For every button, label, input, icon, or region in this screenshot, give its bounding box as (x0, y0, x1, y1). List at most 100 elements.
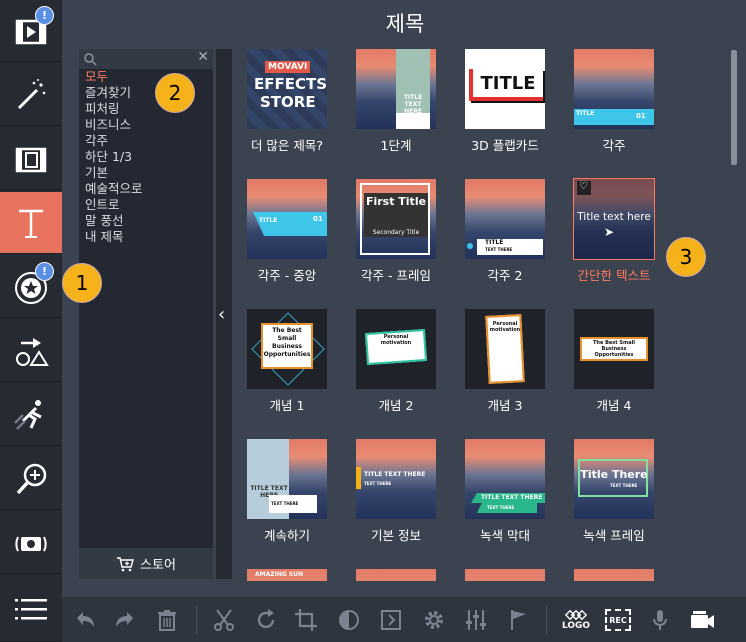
thumbnail-label: 기본 정보 (371, 528, 421, 543)
grid-scrollbar[interactable] (731, 46, 739, 580)
notification-badge: ! (35, 6, 54, 25)
title-thumbnail[interactable] (574, 569, 654, 581)
logo-button[interactable]: LOGO (557, 601, 595, 639)
transition-wizard-button[interactable] (372, 601, 410, 639)
delete-button[interactable] (148, 601, 186, 639)
gear-icon (425, 611, 443, 629)
record-video-button[interactable] (683, 601, 721, 639)
screen-record-button[interactable]: REC (599, 601, 637, 639)
thumb-text: TITLE (259, 217, 278, 224)
thumb-text: Personal motivation (489, 321, 521, 333)
zoom-tool[interactable] (0, 448, 62, 510)
thumbnail-label: 개념 1 (269, 398, 305, 413)
category-item[interactable]: 각주 (85, 133, 143, 149)
transitions-tool[interactable] (0, 128, 62, 190)
title-thumbnail[interactable]: The Best Small Business Opportunities (247, 309, 327, 389)
category-item[interactable]: 예술적으로 (85, 181, 143, 197)
title-thumbnail[interactable]: TITLE 01 (247, 179, 327, 259)
clear-search-icon[interactable]: ✕ (197, 49, 209, 65)
category-item[interactable]: 기본 (85, 165, 143, 181)
filters-tool[interactable] (0, 64, 62, 126)
camera-icon (15, 536, 47, 551)
title-thumbnail[interactable]: MOVAVI EFFECTS STORE (247, 49, 327, 129)
title-thumbnail[interactable]: First Title Secondary Title (356, 179, 436, 259)
thumb-text: TEXT THERE (487, 505, 515, 510)
thumb-text: Personal motivation (380, 334, 412, 346)
thumb-text: TEXT THERE (364, 481, 392, 486)
scroll-thumb[interactable] (731, 50, 737, 165)
title-thumbnail[interactable]: TITLE 01 (574, 49, 654, 129)
transitions-icon (15, 147, 47, 172)
search-input[interactable]: ✕ (79, 49, 213, 69)
panel-collapse-bar[interactable]: ‹ (216, 49, 232, 579)
redo-button[interactable] (106, 601, 144, 639)
title-thumbnail[interactable]: TITLE TEXT THERE TEXT THERE (356, 439, 436, 519)
thumb-text: First Title (365, 195, 427, 208)
rotate-button[interactable] (247, 601, 285, 639)
logo-diamond-icon (565, 609, 587, 621)
title-thumbnail[interactable]: AMAZING SUN (247, 569, 327, 581)
category-item[interactable]: 즐겨찾기 (85, 85, 143, 101)
magic-wand-icon (17, 78, 46, 109)
rotate-icon (257, 609, 275, 629)
clip-properties-button[interactable] (415, 601, 453, 639)
thumbnail-label: 각주 (602, 138, 626, 153)
more-tool[interactable] (0, 576, 62, 642)
cart-icon (117, 556, 134, 571)
more-menu-icon (15, 598, 47, 619)
category-item[interactable]: 모두 (85, 69, 143, 85)
thumb-text: TEXT THERE (610, 483, 638, 488)
thumb-text: TITLE TEXT THERE (481, 494, 543, 501)
category-panel: ✕ 모두 즐겨찾기 피처링 비즈니스 각주 하단 1/3 기본 예술적으로 인트… (79, 49, 213, 579)
favorite-heart-icon[interactable]: ♡ (577, 181, 591, 195)
category-item[interactable]: 내 제목 (85, 229, 143, 245)
callout-badge: 2 (155, 73, 195, 113)
thumbnail-label: 개념 3 (487, 398, 523, 413)
store-button[interactable]: 스토어 (79, 548, 213, 579)
undo-button[interactable] (66, 601, 104, 639)
voiceover-button[interactable] (641, 601, 679, 639)
toolbar-separator (196, 605, 197, 635)
category-item[interactable]: 말 풍선 (85, 213, 143, 229)
thumb-text: 01 (636, 112, 646, 120)
toolbar-separator (546, 605, 547, 635)
category-item[interactable]: 하단 1/3 (85, 149, 143, 165)
stickers-tool[interactable]: ! (0, 256, 62, 318)
title-thumbnail[interactable]: TITLE TEXT HERE (356, 49, 436, 129)
title-thumbnail[interactable]: The Best Small Business Opportunities (574, 309, 654, 389)
thumbnail-label: 개념 4 (596, 398, 632, 413)
category-item[interactable]: 인트로 (85, 197, 143, 213)
scissors-icon (214, 609, 234, 631)
add-marker-button[interactable] (500, 601, 538, 639)
thumb-text: STORE (260, 93, 316, 111)
title-thumbnail[interactable]: Personal motivation (356, 309, 436, 389)
callouts-icon (16, 337, 49, 366)
titles-tool[interactable] (0, 192, 62, 254)
title-thumbnail[interactable]: TITLE TEXT THERE (465, 179, 545, 259)
title-thumbnail-selected[interactable]: ♡ Title text here ➤ (573, 178, 655, 260)
color-adjust-button[interactable] (330, 601, 368, 639)
title-thumbnail[interactable]: TITLE TEXT THERE TEXT THERE (465, 439, 545, 519)
title-thumbnail[interactable]: Personal motivation (465, 309, 545, 389)
thumb-text: EFFECTS (254, 75, 327, 93)
title-thumbnail[interactable]: TITLE (465, 49, 545, 129)
crop-button[interactable] (287, 601, 325, 639)
thumb-text: Title text here (577, 211, 651, 223)
title-thumbnail[interactable]: TITLE TEXT HERE TEXT THERE (247, 439, 327, 519)
callouts-tool[interactable] (0, 320, 62, 382)
title-thumbnail[interactable] (356, 569, 436, 581)
motion-tool[interactable] (0, 384, 62, 446)
zoom-icon (16, 463, 47, 494)
thumb-text: AMAZING SUN (255, 571, 304, 578)
category-item[interactable]: 피처링 (85, 101, 143, 117)
crop-icon (295, 609, 317, 631)
thumb-text: TITLE (485, 239, 504, 246)
title-thumbnail[interactable]: Title There TEXT THERE (574, 439, 654, 519)
title-thumbnail[interactable] (465, 569, 545, 581)
category-item[interactable]: 비즈니스 (85, 117, 143, 133)
audio-properties-button[interactable] (457, 601, 495, 639)
search-icon (84, 53, 97, 66)
split-button[interactable] (205, 601, 243, 639)
import-media-tool[interactable]: ! (0, 0, 62, 62)
screenshot-tool[interactable] (0, 512, 62, 574)
